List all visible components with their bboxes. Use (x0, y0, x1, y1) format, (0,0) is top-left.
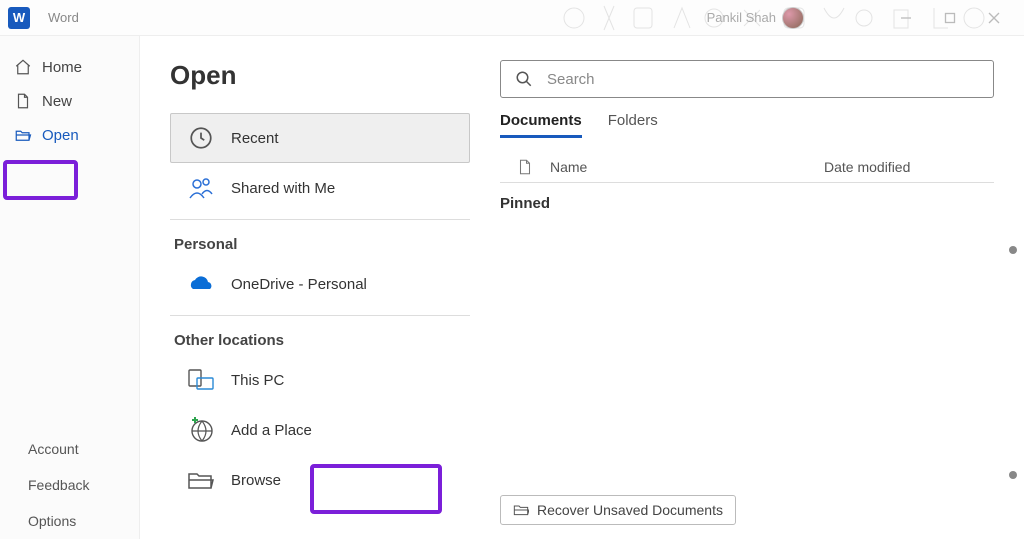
columns-header: Name Date modified (500, 152, 994, 183)
nav-options[interactable]: Options (0, 503, 139, 539)
location-onedrive-label: OneDrive - Personal (231, 276, 367, 293)
document-icon (516, 158, 534, 176)
open-content: Open Recent Shared with Me Personal (140, 36, 1024, 539)
location-recent[interactable]: Recent (170, 113, 470, 163)
column-name[interactable]: Name (534, 159, 824, 175)
scrollbar[interactable] (1008, 246, 1018, 479)
column-date[interactable]: Date modified (824, 159, 994, 175)
add-place-icon (187, 416, 215, 444)
titlebar: W Word Pankil Shah (0, 0, 1024, 36)
folder-open-icon (513, 503, 529, 517)
nav-open[interactable]: Open (0, 118, 139, 152)
heading-personal: Personal (170, 226, 470, 259)
search-box[interactable] (500, 60, 994, 98)
search-input[interactable] (547, 71, 979, 88)
section-pinned: Pinned (500, 195, 994, 212)
nav-home-label: Home (42, 59, 82, 76)
location-addplace[interactable]: Add a Place (170, 405, 470, 455)
divider (170, 219, 470, 220)
clock-icon (187, 124, 215, 152)
location-thispc[interactable]: This PC (170, 355, 470, 405)
recover-unsaved-button[interactable]: Recover Unsaved Documents (500, 495, 736, 525)
app-title: Word (48, 10, 79, 25)
location-onedrive[interactable]: OneDrive - Personal (170, 259, 470, 309)
nav-open-label: Open (42, 127, 79, 144)
user-name: Pankil Shah (707, 10, 776, 25)
people-icon (187, 174, 215, 202)
nav-account-label: Account (28, 441, 79, 457)
nav-feedback-label: Feedback (28, 477, 89, 493)
recover-label: Recover Unsaved Documents (537, 502, 723, 518)
backstage-nav: Home New Open Account Feedback Options (0, 36, 140, 539)
user-area[interactable]: Pankil Shah (707, 7, 804, 29)
nav-new-label: New (42, 93, 72, 110)
tab-documents[interactable]: Documents (500, 112, 582, 138)
thispc-icon (187, 366, 215, 394)
tab-folders[interactable]: Folders (608, 112, 658, 138)
page-title: Open (170, 60, 470, 91)
nav-options-label: Options (28, 513, 76, 529)
document-icon (14, 92, 32, 110)
close-button[interactable] (972, 3, 1016, 33)
location-shared[interactable]: Shared with Me (170, 163, 470, 213)
location-browse[interactable]: Browse (170, 455, 470, 505)
maximize-button[interactable] (928, 3, 972, 33)
divider (170, 315, 470, 316)
tabs: Documents Folders (500, 112, 994, 138)
nav-feedback[interactable]: Feedback (0, 467, 139, 503)
location-shared-label: Shared with Me (231, 180, 335, 197)
scroll-thumb-icon (1009, 471, 1017, 479)
search-icon (515, 70, 533, 88)
heading-other: Other locations (170, 322, 470, 355)
word-logo-icon: W (8, 7, 30, 29)
location-recent-label: Recent (231, 130, 279, 147)
folder-open-icon (14, 126, 32, 144)
onedrive-icon (187, 270, 215, 298)
location-addplace-label: Add a Place (231, 422, 312, 439)
nav-home[interactable]: Home (0, 50, 139, 84)
home-icon (14, 58, 32, 76)
nav-account[interactable]: Account (0, 431, 139, 467)
avatar (782, 7, 804, 29)
folder-icon (187, 466, 215, 494)
window-controls (884, 3, 1016, 33)
location-browse-label: Browse (231, 472, 281, 489)
scroll-thumb-icon (1009, 246, 1017, 254)
nav-new[interactable]: New (0, 84, 139, 118)
location-thispc-label: This PC (231, 372, 284, 389)
minimize-button[interactable] (884, 3, 928, 33)
